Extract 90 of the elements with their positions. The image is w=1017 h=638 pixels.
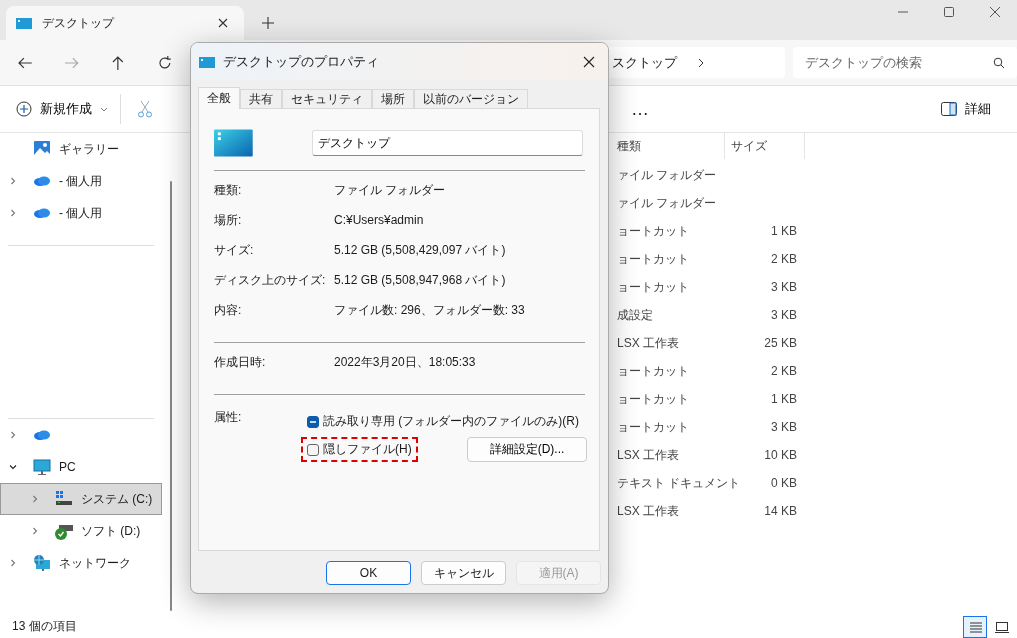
sidebar-item[interactable]: システム (C:) <box>0 483 162 515</box>
table-cell: LSX 工作表 <box>617 503 679 518</box>
sidebar-item[interactable]: - 個人用 <box>0 197 162 229</box>
column-header[interactable]: サイズ <box>725 133 805 159</box>
window-tab[interactable]: デスクトップ <box>6 6 244 40</box>
table-cell: 3 KB <box>771 420 797 434</box>
table-cell: LSX 工作表 <box>617 335 679 350</box>
monitor-icon <box>33 458 51 476</box>
table-cell: 0 KB <box>771 476 797 490</box>
table-cell: ョートカット <box>617 251 689 266</box>
list-icon <box>969 621 983 633</box>
dialog-tab[interactable]: 場所 <box>372 89 414 108</box>
close-icon[interactable] <box>583 55 595 68</box>
folder-icon <box>214 129 253 157</box>
drive-icon <box>55 490 73 508</box>
table-cell: ョートカット <box>617 391 689 406</box>
drive-icon <box>55 522 73 540</box>
table-cell: ァイル フォルダー <box>617 195 717 210</box>
search-icon <box>993 57 1005 69</box>
property-value: 5.12 GB (5,508,947,968 バイト) <box>334 271 506 289</box>
property-value: 2022年3月20日、18:05:33 <box>334 353 476 371</box>
property-value: C:¥Users¥admin <box>334 213 424 227</box>
property-label: サイズ: <box>214 241 255 259</box>
sidebar-item[interactable]: - 個人用 <box>0 165 162 197</box>
breadcrumb[interactable]: スクトップ <box>612 53 678 72</box>
network-icon <box>33 554 51 572</box>
more-button[interactable]: … <box>631 98 650 120</box>
refresh-icon[interactable] <box>157 54 173 71</box>
close-icon[interactable] <box>989 6 1001 18</box>
table-cell: 2 KB <box>771 252 797 266</box>
table-cell: 3 KB <box>771 280 797 294</box>
table-cell: ョートカット <box>617 223 689 238</box>
chevron-right-icon[interactable] <box>697 57 706 68</box>
dialog-tab[interactable]: 共有 <box>240 89 282 108</box>
property-value: ファイル フォルダー <box>334 181 446 199</box>
sidebar-item[interactable]: ソフト (D:) <box>0 515 162 547</box>
property-value: ファイル数: 296、フォルダー数: 33 <box>334 301 525 319</box>
tab-title: デスクトップ <box>42 14 116 32</box>
scissors-icon[interactable] <box>137 100 153 118</box>
property-label: 属性: <box>214 409 243 426</box>
new-button[interactable]: 新規作成 <box>14 96 110 122</box>
table-cell: ァイル フォルダー <box>617 167 717 182</box>
checkbox[interactable]: 隠しファイル(H) <box>307 441 412 458</box>
table-cell: テキスト ドキュメント <box>617 475 741 490</box>
maximize-icon[interactable] <box>943 6 955 18</box>
property-value: 5.12 GB (5,508,429,097 バイト) <box>334 241 506 259</box>
table-cell: 14 KB <box>764 504 797 518</box>
property-label: ディスク上のサイズ: <box>214 271 327 289</box>
sidebar-item[interactable]: ギャラリー <box>0 133 162 165</box>
item-count: 13 個の項目 <box>12 617 77 635</box>
dialog-button[interactable]: OK <box>326 561 411 585</box>
table-cell: 2 KB <box>771 364 797 378</box>
sidebar-item[interactable]: PC <box>0 451 162 483</box>
table-cell: 25 KB <box>764 336 797 350</box>
dialog-tab[interactable]: 全般 <box>198 87 240 109</box>
new-tab-icon[interactable] <box>262 17 274 29</box>
dialog-tab[interactable]: セキュリティ <box>282 89 372 108</box>
image-icon <box>33 140 51 158</box>
folder-icon <box>16 15 32 31</box>
tiles-icon <box>995 621 1009 633</box>
table-cell: ョートカット <box>617 363 689 378</box>
table-cell: 成設定 <box>617 307 653 322</box>
details-pane-button[interactable]: 詳細 <box>935 99 997 119</box>
table-cell: ョートカット <box>617 419 689 434</box>
details-view-button[interactable] <box>963 616 987 638</box>
plus-circle-icon <box>16 101 32 117</box>
dialog-title: デスクトップのプロパティ <box>223 52 380 71</box>
table-cell: ョートカット <box>617 279 689 294</box>
search-field[interactable]: デスクトップの検索 <box>793 47 1017 78</box>
caret-icon <box>100 106 108 112</box>
property-label: 種類: <box>214 181 243 199</box>
table-cell: LSX 工作表 <box>617 447 679 462</box>
table-cell: 1 KB <box>771 224 797 238</box>
property-label: 作成日時: <box>214 353 267 371</box>
property-label: 内容: <box>214 301 243 319</box>
advanced-button[interactable]: 詳細設定(D)... <box>467 437 587 462</box>
sidebar-item[interactable]: ネットワーク <box>0 547 162 579</box>
dash-icon <box>310 420 316 423</box>
table-cell: 3 KB <box>771 308 797 322</box>
checkbox[interactable]: 読み取り専用 (フォルダー内のファイルのみ)(R) <box>307 413 579 430</box>
name-field[interactable]: デスクトップ <box>311 130 583 156</box>
close-icon[interactable] <box>218 18 228 28</box>
dialog-button[interactable]: キャンセル <box>421 561 506 585</box>
side-panel-icon <box>941 101 957 117</box>
chevron-down-icon[interactable] <box>9 463 17 471</box>
table-cell: 1 KB <box>771 392 797 406</box>
dialog-tab[interactable]: 以前のバージョン <box>414 89 528 108</box>
table-cell: 10 KB <box>764 448 797 462</box>
property-label: 場所: <box>214 211 243 229</box>
scrollbar[interactable] <box>170 181 172 611</box>
